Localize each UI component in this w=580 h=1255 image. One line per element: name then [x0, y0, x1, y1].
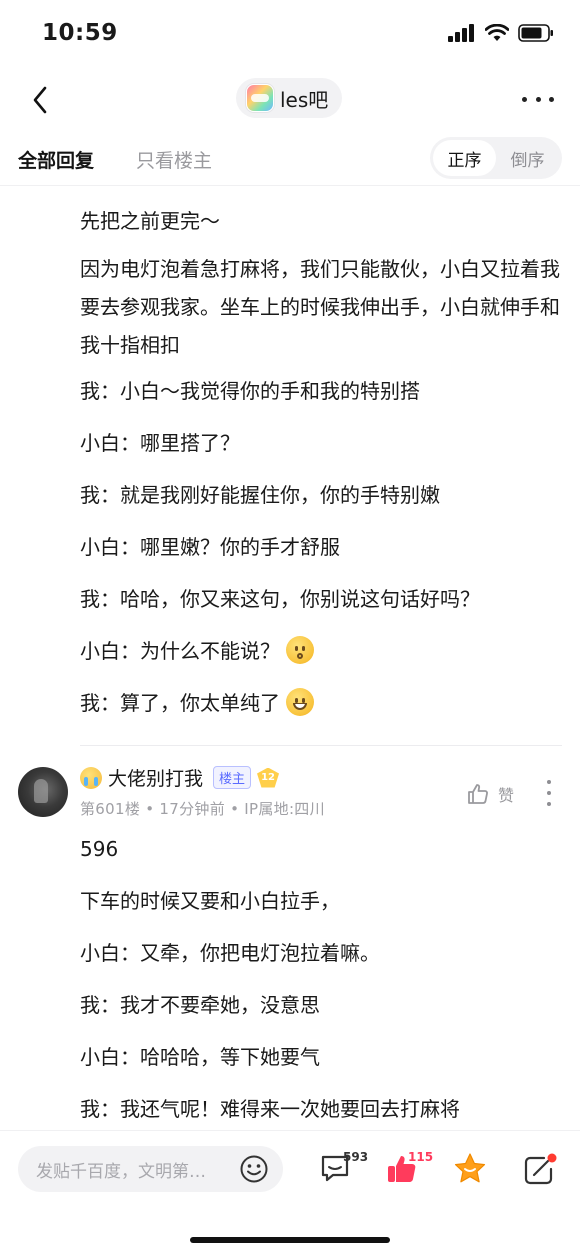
avatar[interactable] — [18, 767, 68, 817]
post-text-line: 我：算了，你太单纯了 — [80, 691, 280, 715]
reply-more-button[interactable] — [545, 780, 553, 806]
more-dot-icon — [547, 802, 551, 806]
tab-all-replies[interactable]: 全部回复 — [18, 146, 94, 173]
post-text-line: 我：就是我刚好能握住你，你的手特别嫩 — [80, 483, 440, 507]
comment-count: 593 — [343, 1150, 369, 1164]
favorite-button[interactable] — [452, 1151, 488, 1187]
post-text-line: 我：小白～我觉得你的手和我的特别搭 — [80, 379, 420, 403]
cellular-signal-icon — [448, 24, 474, 42]
wifi-icon — [485, 24, 509, 41]
sort-descending-button[interactable]: 倒序 — [496, 140, 559, 176]
reply-input[interactable]: 发贴千百度，文明第… — [18, 1146, 283, 1192]
reply-author[interactable]: 大佬别打我 楼主 12 — [80, 764, 280, 791]
post-text-line: 小白：为什么不能说？ — [80, 639, 280, 663]
reply-meta: 第601楼 • 17分钟前 • IP属地:四川 — [80, 800, 325, 818]
post-text-line: 我：哈哈，你又来这句，你别说这句话好吗？ — [80, 587, 480, 611]
forum-name: les吧 — [280, 87, 329, 112]
more-dot-icon — [522, 96, 527, 102]
user-name: 大佬别打我 — [108, 768, 204, 790]
sort-toggle: 正序 倒序 — [430, 137, 562, 179]
reply-text-line: 我：我才不要牵她，没意思 — [80, 993, 320, 1017]
hushed-face-emoji-icon — [286, 636, 314, 664]
share-edit-icon — [524, 1153, 557, 1185]
like-button[interactable]: 赞 — [466, 782, 514, 806]
op-badge: 楼主 — [213, 766, 252, 789]
reply-filter-tabs: 全部回复 只看楼主 正序 倒序 — [0, 134, 580, 186]
reply-input-placeholder: 发贴千百度，文明第… — [36, 1161, 206, 1182]
forum-logo-icon — [246, 84, 274, 112]
chevron-left-icon — [33, 86, 47, 114]
star-icon — [454, 1153, 486, 1183]
nav-bar: les吧 — [0, 72, 580, 128]
post-text-line: 先把之前更完～ — [80, 209, 220, 233]
more-dot-icon — [549, 96, 554, 102]
like-label: 赞 — [498, 786, 515, 805]
thumbs-up-icon — [468, 784, 488, 804]
back-button[interactable] — [22, 82, 58, 118]
tab-op-only[interactable]: 只看楼主 — [136, 146, 212, 173]
status-icons — [448, 24, 554, 42]
home-indicator[interactable] — [190, 1237, 390, 1243]
more-dot-icon — [547, 780, 551, 784]
grinning-face-emoji-icon — [286, 688, 314, 716]
crying-face-emoji-icon — [80, 766, 102, 789]
post-text-line: 小白：哪里搭了？ — [80, 431, 240, 455]
status-bar: 10:59 — [0, 0, 580, 70]
reply-text-line: 小白：又牵，你把电灯泡拉着嘛。 — [80, 941, 380, 965]
reply-text-line: 596 — [80, 837, 119, 861]
post-text-row: 我：算了，你太单纯了 — [80, 684, 562, 722]
emoji-icon[interactable] — [239, 1154, 269, 1184]
battery-icon — [518, 24, 553, 42]
more-options-button[interactable] — [518, 84, 558, 114]
more-dot-icon — [535, 96, 541, 102]
like-count: 115 — [408, 1150, 434, 1164]
reply-text-line: 我：我还气呢！难得来一次她要回去打麻将 — [80, 1097, 460, 1121]
post-text-row: 小白：为什么不能说？ — [80, 632, 562, 670]
share-button[interactable] — [520, 1151, 557, 1187]
reply-divider — [80, 745, 562, 746]
reply-text-line: 小白：哈哈哈，等下她要气 — [80, 1045, 320, 1069]
sort-ascending-button[interactable]: 正序 — [433, 140, 496, 176]
post-text-line: 因为电灯泡着急打麻将，我们只能散伙，小白又拉着我要去参观我家。坐车上的时候我伸出… — [80, 257, 560, 357]
more-dot-icon — [547, 791, 551, 795]
status-time: 10:59 — [42, 20, 118, 46]
forum-button[interactable]: les吧 — [236, 78, 343, 118]
post-text-line: 小白：哪里嫩？你的手才舒服 — [80, 535, 340, 559]
level-badge: 12 — [257, 767, 280, 788]
reply-text-line: 下车的时候又要和小白拉手， — [80, 889, 340, 913]
bottom-action-bar: 发贴千百度，文明第… 593 115 — [0, 1130, 580, 1255]
thread-content[interactable]: 先把之前更完～ 因为电灯泡着急打麻将，我们只能散伙，小白又拉着我要去参观我家。坐… — [0, 190, 580, 1130]
